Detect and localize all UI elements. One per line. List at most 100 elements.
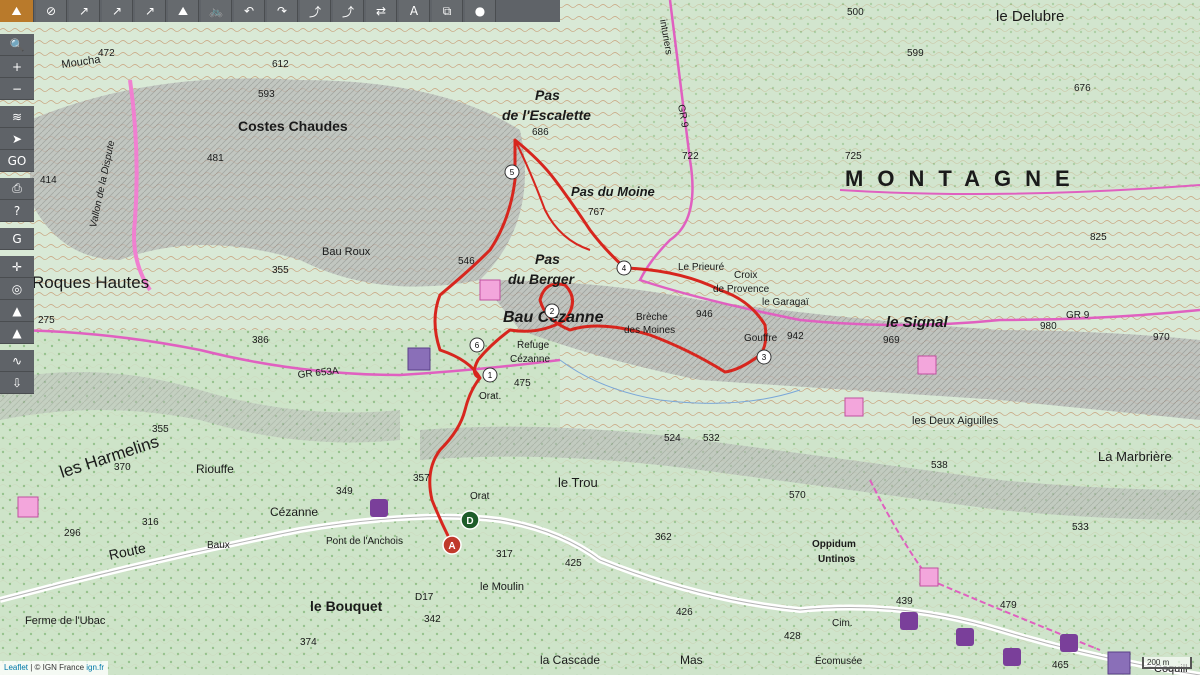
waypoint-2[interactable]: 2 bbox=[544, 303, 560, 319]
print-button[interactable]: ⎙ bbox=[0, 178, 34, 200]
waypoint-6[interactable]: 6 bbox=[469, 337, 485, 353]
help-button[interactable]: ? bbox=[0, 200, 34, 222]
copy-button[interactable]: ⧉ bbox=[432, 0, 463, 22]
layers-button[interactable]: ≋ bbox=[0, 106, 34, 128]
waypoint-label: 4 bbox=[622, 264, 627, 273]
spot-height: 349 bbox=[336, 486, 353, 497]
label-refuge-1: Refuge bbox=[517, 340, 550, 351]
layers-hide-button[interactable]: ⛰ bbox=[0, 0, 34, 22]
center-button[interactable]: ✛ bbox=[0, 256, 34, 278]
label-pas-escalette-1: Pas bbox=[535, 87, 560, 103]
label-orat-1: Orat bbox=[470, 491, 490, 502]
spot-height: 825 bbox=[1090, 232, 1107, 243]
waypoint-5[interactable]: 5 bbox=[504, 164, 520, 180]
start-marker[interactable]: A bbox=[442, 535, 462, 555]
end-marker[interactable]: D bbox=[460, 510, 480, 530]
bike-button[interactable]: 🚲 bbox=[201, 0, 232, 22]
spot-height: 524 bbox=[664, 433, 681, 444]
marker-button[interactable]: ● bbox=[465, 0, 496, 22]
start-marker-label: A bbox=[448, 541, 455, 552]
spot-height: 472 bbox=[98, 48, 115, 59]
label-mas: Mas bbox=[680, 653, 703, 667]
zoom-in-button[interactable]: + bbox=[0, 56, 34, 78]
end-marker-label: D bbox=[466, 516, 473, 527]
poi-aiguilles-icon[interactable] bbox=[844, 397, 864, 417]
compass-a-button[interactable]: ▲ bbox=[0, 300, 34, 322]
spot-height: 500 bbox=[847, 7, 864, 18]
spot-height: 942 bbox=[787, 331, 804, 342]
hike-button[interactable]: ⛰ bbox=[168, 0, 199, 22]
label-ecomusee: Écomusée bbox=[815, 654, 863, 667]
poi-west-icon[interactable] bbox=[17, 496, 39, 518]
spot-height: 475 bbox=[514, 378, 531, 389]
label-le-prieure: Le Prieuré bbox=[678, 262, 725, 273]
spot-height: 374 bbox=[300, 637, 317, 648]
swap-button[interactable]: ⇄ bbox=[366, 0, 397, 22]
compass-b-button[interactable]: ▲ bbox=[0, 322, 34, 344]
spot-height: 970 bbox=[1153, 332, 1170, 343]
poi-signal-icon[interactable] bbox=[917, 355, 937, 375]
draw-line-button[interactable]: ↗ bbox=[135, 0, 166, 22]
spot-height: 479 bbox=[1000, 600, 1017, 611]
globe-button[interactable]: ◎ bbox=[0, 278, 34, 300]
spot-height: 686 bbox=[532, 127, 549, 138]
waypoint-3[interactable]: 3 bbox=[756, 349, 772, 365]
label-le-trou: le Trou bbox=[558, 475, 598, 490]
spot-height: 533 bbox=[1072, 522, 1089, 533]
spot-height: 725 bbox=[845, 151, 862, 162]
leaflet-link[interactable]: Leaflet bbox=[4, 663, 28, 672]
label-costes-chaudes: Costes Chaudes bbox=[238, 118, 348, 134]
label-le-garagai: le Garagaï bbox=[762, 297, 809, 308]
spot-height: 570 bbox=[789, 490, 806, 501]
route-b-button[interactable]: ⤴ bbox=[333, 0, 364, 22]
redo-button[interactable]: ↷ bbox=[267, 0, 298, 22]
spot-height: 465 bbox=[1052, 660, 1069, 671]
draw-route-button[interactable]: ↗ bbox=[69, 0, 100, 22]
label-la-marbriere: La Marbrière bbox=[1098, 449, 1172, 464]
poi-picnic-icon-2[interactable] bbox=[1107, 651, 1131, 675]
label-le-moulin: le Moulin bbox=[480, 581, 524, 593]
label-roques-hautes: Roques Hautes bbox=[32, 273, 149, 292]
go-to-button[interactable]: GO bbox=[0, 150, 34, 172]
poi-refuge-icon[interactable] bbox=[479, 279, 501, 301]
spot-height: 593 bbox=[258, 89, 275, 100]
zoom-out-button[interactable]: − bbox=[0, 78, 34, 100]
poi-oppidum-icon[interactable] bbox=[919, 567, 939, 587]
waypoint-label: 2 bbox=[550, 307, 555, 316]
label-le-bouquet: le Bouquet bbox=[310, 598, 383, 614]
ign-link[interactable]: ign.fr bbox=[86, 663, 104, 672]
poi-picnic-icon[interactable] bbox=[407, 347, 431, 371]
zoom-search-button[interactable]: 🔍 bbox=[0, 34, 34, 56]
waypoint-label: 5 bbox=[510, 168, 515, 177]
label-le-delubre: le Delubre bbox=[996, 8, 1064, 25]
translate-button[interactable]: A bbox=[399, 0, 430, 22]
topo-map[interactable]: Costes Chaudes Pas de l'Escalette Pas du… bbox=[0, 0, 1200, 675]
profile-button[interactable]: ∿ bbox=[0, 350, 34, 372]
locate-button[interactable]: ➤ bbox=[0, 128, 34, 150]
spot-height: 426 bbox=[676, 607, 693, 618]
undo-button[interactable]: ↶ bbox=[234, 0, 265, 22]
spot-height: 357 bbox=[413, 473, 430, 484]
spot-height: 722 bbox=[682, 151, 699, 162]
label-les-deux-aiguilles: les Deux Aiguilles bbox=[912, 415, 999, 427]
route-a-button[interactable]: ⤴ bbox=[300, 0, 331, 22]
waypoint-4[interactable]: 4 bbox=[616, 260, 632, 276]
spot-height: 532 bbox=[703, 433, 720, 444]
waypoint-1[interactable]: 1 bbox=[482, 367, 498, 383]
draw-segment-button[interactable]: ↗ bbox=[102, 0, 133, 22]
label-la-cascade: la Cascade bbox=[540, 653, 600, 667]
spot-height: 767 bbox=[588, 207, 605, 218]
spot-height: 599 bbox=[907, 48, 924, 59]
spot-height: 676 bbox=[1074, 83, 1091, 94]
spot-height: 362 bbox=[655, 532, 672, 543]
label-pas-du-berger-2: du Berger bbox=[508, 271, 576, 287]
label-breche-2: des Moines bbox=[624, 325, 675, 336]
waypoint-label: 6 bbox=[475, 341, 480, 350]
label-croix-1: Croix bbox=[734, 270, 757, 281]
hide-button[interactable]: ⊘ bbox=[36, 0, 67, 22]
download-button[interactable]: ⇩ bbox=[0, 372, 34, 394]
google-button[interactable]: G bbox=[0, 228, 34, 250]
label-le-signal: le Signal bbox=[886, 314, 949, 331]
label-d17: D17 bbox=[415, 592, 434, 603]
spot-height: 414 bbox=[40, 175, 57, 186]
